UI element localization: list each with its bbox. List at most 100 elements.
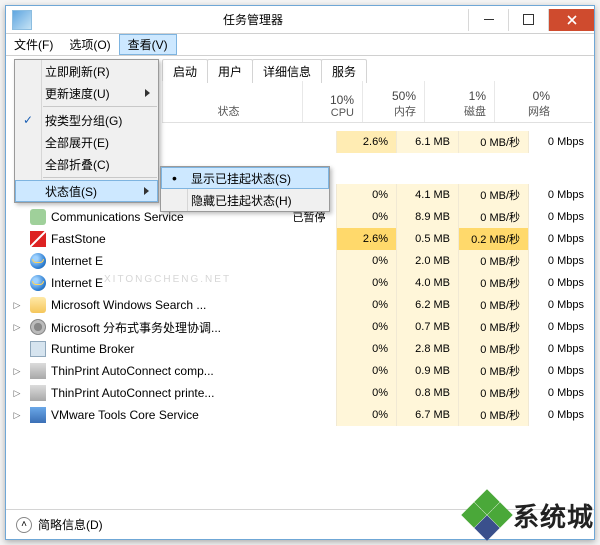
cell-disk: 0 MB/秒 (458, 404, 528, 426)
process-icon (30, 341, 46, 357)
cell-disk: 0 MB/秒 (458, 382, 528, 404)
menu-separator (43, 177, 157, 178)
titlebar: 任务管理器 (6, 6, 594, 34)
close-button[interactable] (548, 9, 594, 31)
cell-net: 0 Mbps (528, 184, 592, 206)
col-mem-label: 内存 (394, 103, 416, 119)
expand-icon[interactable]: ▷ (10, 322, 24, 333)
col-mem[interactable]: 50% 内存 (362, 81, 424, 122)
col-disk[interactable]: 1% 磁盘 (424, 81, 494, 122)
menu-hide-suspended[interactable]: 隐藏已挂起状态(H) (161, 189, 329, 211)
expand-icon[interactable]: ▷ (10, 410, 24, 421)
cell-net: 0 Mbps (528, 206, 592, 228)
col-status-label: 状态 (218, 103, 240, 119)
table-row[interactable]: ▷ ThinPrint AutoConnect printe... 0%0.8 MB… (8, 382, 592, 404)
cell-cpu: 0% (336, 382, 396, 404)
cell-net: 0 Mbps (528, 338, 592, 360)
process-icon (30, 297, 46, 313)
footer: ˄ 简略信息(D) (6, 509, 594, 539)
cell-disk: 0 MB/秒 (458, 206, 528, 228)
cell-mem: 0.7 MB (396, 316, 458, 338)
expand-icon[interactable]: ▷ (10, 366, 24, 377)
col-net[interactable]: 0% 网络 (494, 81, 558, 122)
expand-icon[interactable]: ▷ (10, 300, 24, 311)
cell-disk: 0 MB/秒 (458, 316, 528, 338)
menu-collapse-all[interactable]: 全部折叠(C) (15, 153, 158, 175)
table-row[interactable]: Internet E0%4.0 MB0 MB/秒0 Mbps (8, 272, 592, 294)
cell-net: 0 Mbps (528, 250, 592, 272)
col-disk-label: 磁盘 (464, 103, 486, 119)
cell-net: 0 Mbps (528, 228, 592, 250)
col-mem-pct: 50% (392, 89, 416, 103)
app-icon (12, 10, 32, 30)
cell-mem: 6.2 MB (396, 294, 458, 316)
cell-mem: 2.8 MB (396, 338, 458, 360)
process-icon (30, 253, 46, 269)
menu-separator (43, 106, 157, 107)
col-cpu-label: CPU (331, 107, 354, 119)
cell-net: 0 Mbps (528, 404, 592, 426)
process-name: Runtime Broker (51, 342, 282, 356)
col-net-label: 网络 (528, 103, 550, 119)
menu-group-by-type[interactable]: 按类型分组(G) (15, 109, 158, 131)
col-disk-pct: 1% (469, 89, 486, 103)
cell-net: 0 Mbps (528, 131, 592, 153)
tab-startup[interactable]: 启动 (162, 59, 208, 83)
cell-cpu: 0% (336, 184, 396, 206)
col-cpu[interactable]: 10% CPU (302, 81, 362, 122)
cell-cpu: 0% (336, 338, 396, 360)
process-name: ThinPrint AutoConnect printe... (51, 386, 282, 400)
cell-mem: 2.0 MB (396, 250, 458, 272)
col-net-pct: 0% (533, 89, 550, 103)
cell-net: 0 Mbps (528, 272, 592, 294)
fewer-details-toggle[interactable]: ˄ (16, 517, 32, 533)
process-name: Internet E (51, 254, 282, 268)
maximize-button[interactable] (508, 9, 548, 31)
process-icon (30, 209, 46, 225)
cell-cpu: 2.6% (336, 131, 396, 153)
menu-refresh-now[interactable]: 立即刷新(R) (15, 60, 158, 82)
menu-view[interactable]: 查看(V) (119, 34, 177, 55)
table-row[interactable]: ▷Microsoft 分布式事务处理协调...0%0.7 MB0 MB/秒0 M… (8, 316, 592, 338)
cell-mem: 6.7 MB (396, 404, 458, 426)
process-name: FastStone (51, 232, 282, 246)
cell-disk: 0.2 MB/秒 (458, 228, 528, 250)
process-icon (30, 231, 46, 247)
table-row[interactable]: ▷Microsoft Windows Search ...0%6.2 MB0 M… (8, 294, 592, 316)
cell-mem: 8.9 MB (396, 206, 458, 228)
cell-net: 0 Mbps (528, 316, 592, 338)
col-cpu-pct: 10% (330, 93, 354, 107)
cell-disk: 0 MB/秒 (458, 272, 528, 294)
table-row[interactable]: Runtime Broker0%2.8 MB0 MB/秒0 Mbps (8, 338, 592, 360)
menu-options[interactable]: 选项(O) (61, 34, 118, 55)
cell-mem: 0.5 MB (396, 228, 458, 250)
cell-mem: 0.8 MB (396, 382, 458, 404)
menu-status-values[interactable]: 状态值(S) (15, 180, 158, 202)
window-title: 任务管理器 (38, 11, 468, 28)
table-row[interactable]: ▷VMware Tools Core Service0%6.7 MB0 MB/秒… (8, 404, 592, 426)
cell-cpu: 0% (336, 316, 396, 338)
table-row[interactable]: FastStone2.6%0.5 MB0.2 MB/秒0 Mbps (8, 228, 592, 250)
task-manager-window: 任务管理器 文件(F) 选项(O) 查看(V) 启动 用户 详细信息 服务 状态… (5, 5, 595, 540)
cell-mem: 4.1 MB (396, 184, 458, 206)
process-icon (30, 275, 46, 291)
table-row[interactable]: Internet E0%2.0 MB0 MB/秒0 Mbps (8, 250, 592, 272)
tab-services[interactable]: 服务 (321, 59, 367, 83)
table-row[interactable]: ▷ThinPrint AutoConnect comp...0%0.9 MB0 … (8, 360, 592, 382)
process-name: Communications Service (51, 210, 282, 224)
col-status[interactable]: 状态 (162, 81, 302, 122)
menu-update-speed[interactable]: 更新速度(U) (15, 82, 158, 104)
cell-cpu: 0% (336, 294, 396, 316)
cell-cpu: 0% (336, 272, 396, 294)
cell-mem: 4.0 MB (396, 272, 458, 294)
minimize-button[interactable] (468, 9, 508, 31)
menu-show-suspended[interactable]: 显示已挂起状态(S) (161, 167, 329, 189)
tab-users[interactable]: 用户 (207, 59, 253, 83)
menubar: 文件(F) 选项(O) 查看(V) (6, 34, 594, 56)
cell-cpu: 0% (336, 360, 396, 382)
menu-file[interactable]: 文件(F) (6, 34, 61, 55)
menu-expand-all[interactable]: 全部展开(E) (15, 131, 158, 153)
tab-details[interactable]: 详细信息 (252, 59, 322, 83)
column-headers: 状态 10% CPU 50% 内存 1% 磁盘 0% 网络 (162, 81, 592, 123)
expand-icon[interactable]: ▷ (10, 388, 24, 399)
